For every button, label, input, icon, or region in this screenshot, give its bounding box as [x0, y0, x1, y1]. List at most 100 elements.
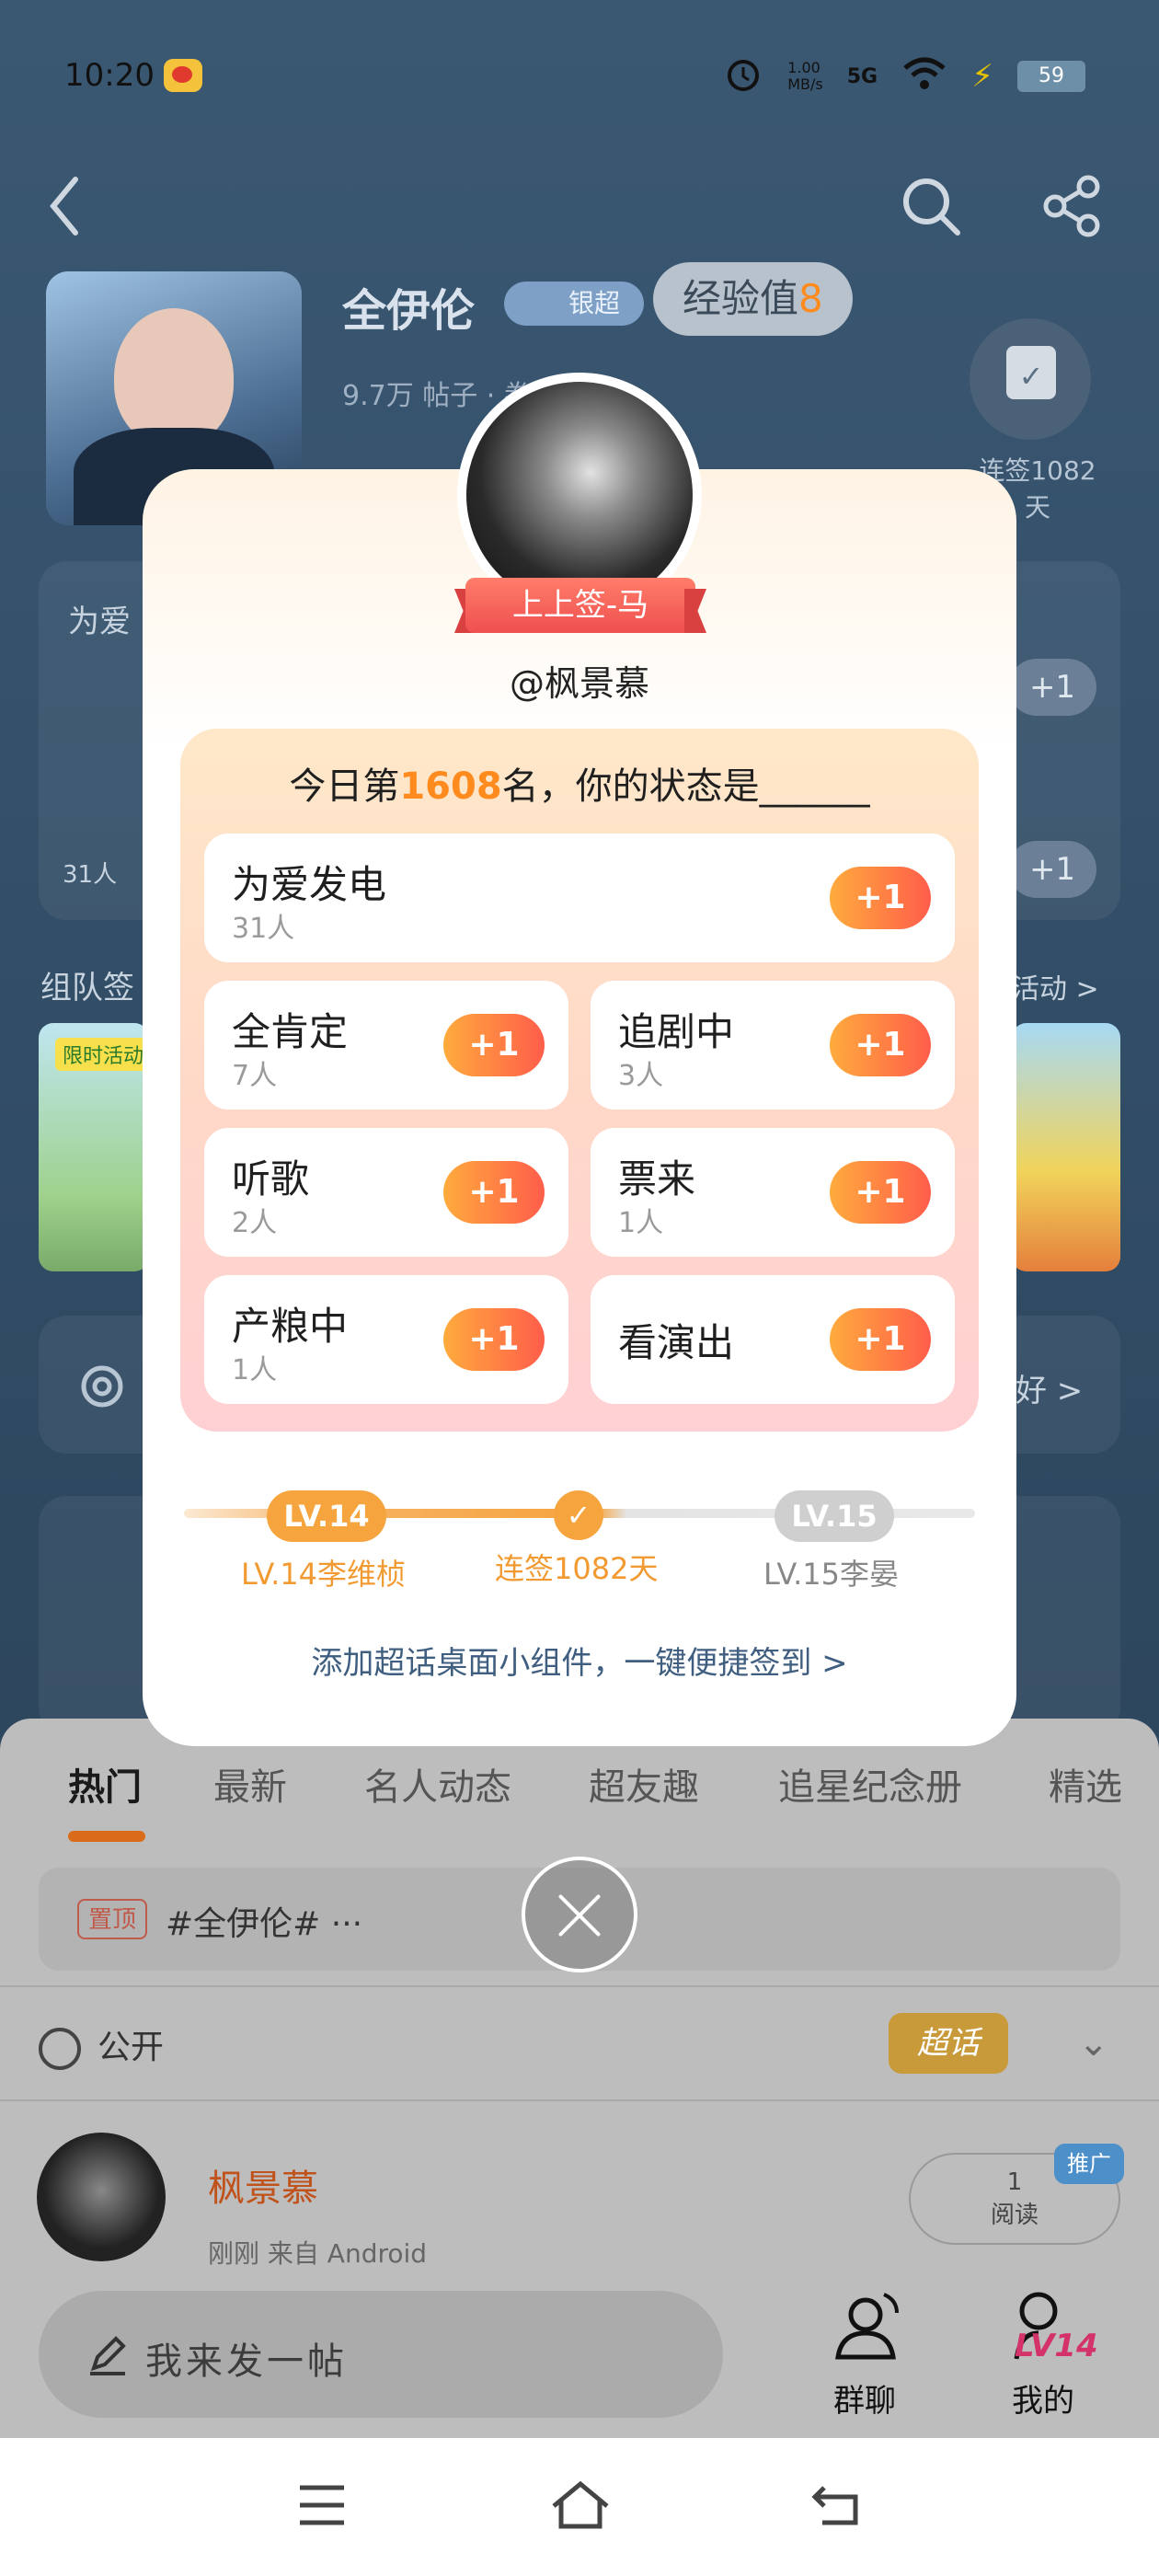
visibility-row[interactable]: 公开 — [39, 2020, 164, 2070]
status-option[interactable]: 为爱发电 31人 +1 — [204, 834, 955, 962]
nav-group-chat[interactable]: 群聊 — [809, 2285, 920, 2421]
plus-one-button[interactable]: +1 — [443, 1161, 545, 1224]
plus-one-button[interactable]: +1 — [830, 867, 931, 929]
tab-hot[interactable]: 热门 — [68, 1757, 142, 1811]
status-icons: 1.00 MB/s 5G ⚡ 59 — [723, 53, 1085, 99]
tab-latest[interactable]: 最新 — [213, 1757, 287, 1811]
love-section-title: 为爱 — [68, 604, 131, 640]
avatar-image — [466, 382, 693, 608]
weibo-notification-icon — [164, 59, 202, 92]
feed-tabs: 热门 最新 名人动态 超友趣 追星纪念册 精选 — [0, 1757, 1159, 1831]
supertalk-tag: 超话 — [889, 2013, 1008, 2074]
nav-mine[interactable]: LV14 我的 — [979, 2285, 1107, 2421]
fortune-ribbon-label: 上上签-马 — [465, 578, 695, 633]
plus-one-button[interactable]: +1 — [443, 1308, 545, 1371]
question-prefix: 今日第 — [289, 765, 400, 808]
post-meta: 刚刚 来自 Android — [208, 2238, 428, 2269]
status-option-title: 产粮中 — [232, 1304, 349, 1349]
status-bar: 10:20 1.00 MB/s 5G ⚡ 59 — [0, 0, 1159, 147]
add-widget-link[interactable]: 添加超话桌面小组件，一键便捷签到 > — [143, 1638, 1016, 1683]
top-navigation — [0, 166, 1159, 248]
tier-badge-label: 银超 — [568, 288, 621, 318]
team-checkin-title: 组队签 — [40, 970, 134, 1006]
profile-icon: LV14 — [983, 2285, 1103, 2368]
exp-label: 经验值 — [683, 276, 799, 321]
love-section-plus-1: +1 — [1008, 659, 1096, 716]
compose-input[interactable]: 我来发一帖 — [39, 2291, 723, 2418]
net-speed: 1.00 MB/s — [787, 59, 823, 93]
close-icon[interactable] — [522, 1857, 637, 1972]
nav-group-chat-label: 群聊 — [833, 2383, 896, 2420]
status-option[interactable]: 产粮中 1人 +1 — [204, 1275, 568, 1404]
plus-one-button[interactable]: +1 — [830, 1014, 931, 1076]
divider — [0, 2099, 1159, 2101]
plus-one-button[interactable]: +1 — [443, 1014, 545, 1076]
tab-featured[interactable]: 精选 — [1049, 1757, 1122, 1811]
menu-icon[interactable] — [296, 2482, 348, 2532]
status-option-title: 为爱发电 — [232, 862, 387, 907]
share-icon[interactable] — [1036, 169, 1109, 243]
calendar-check-icon[interactable] — [970, 318, 1091, 440]
plus-one-button[interactable]: +1 — [830, 1308, 931, 1371]
pencil-icon — [85, 2331, 131, 2377]
charging-icon: ⚡ — [971, 58, 993, 95]
globe-icon — [39, 2028, 81, 2070]
status-question: 今日第1608名，你的状态是______ — [180, 756, 979, 810]
current-level-title: LV.14李维桢 — [241, 1557, 406, 1592]
activity-thumbnail-right[interactable] — [1012, 1023, 1120, 1271]
wifi-icon — [901, 55, 947, 98]
pinned-text: #全伊伦# ··· — [166, 1905, 363, 1943]
post-author[interactable]: 枫景慕 — [208, 2158, 318, 2212]
chevron-down-icon[interactable]: ⌄ — [1078, 2022, 1109, 2064]
status-option[interactable]: 票来 1人 +1 — [591, 1128, 955, 1257]
status-option-count: 7人 — [232, 1060, 278, 1092]
nav-mine-level: LV14 — [1015, 2328, 1098, 2364]
system-nav-bar — [0, 2438, 1159, 2576]
status-option[interactable]: 全肯定 7人 +1 — [204, 981, 568, 1110]
avatar[interactable] — [37, 2133, 166, 2261]
status-option-title: 听歌 — [232, 1156, 310, 1202]
prefs-link[interactable]: 好 > — [1016, 1365, 1083, 1410]
limited-activity-tag: 限时活动 — [55, 1038, 152, 1071]
streak-check-icon: ✓ — [554, 1490, 603, 1540]
love-section-count: 31人 — [63, 861, 118, 889]
checkin-rank: 1608 — [399, 765, 502, 808]
back-nav-icon[interactable] — [809, 2482, 865, 2532]
home-icon[interactable] — [550, 2478, 611, 2534]
status-option[interactable]: 看演出 +1 — [591, 1275, 955, 1404]
alarm-icon — [723, 53, 763, 99]
streak-label: 连签1082天 — [495, 1551, 659, 1586]
back-icon[interactable] — [28, 169, 101, 243]
status-option-count: 31人 — [232, 913, 295, 945]
signal-label: 5G — [846, 64, 878, 88]
search-icon[interactable] — [894, 169, 968, 243]
status-option[interactable]: 听歌 2人 +1 — [204, 1128, 568, 1257]
tab-fan-fun[interactable]: 超友趣 — [589, 1757, 699, 1811]
love-section-plus-2: +1 — [1008, 841, 1096, 898]
activity-link[interactable]: 活动 > — [1012, 966, 1099, 1006]
visibility-label: 公开 — [98, 2029, 165, 2066]
exp-pill: 经验值8 — [653, 262, 853, 336]
status-option-count: 2人 — [232, 1207, 278, 1239]
status-option-title: 全肯定 — [232, 1009, 349, 1054]
status-option-count: 1人 — [232, 1354, 278, 1386]
gear-icon[interactable] — [74, 1358, 131, 1419]
group-chat-icon — [823, 2285, 906, 2368]
tab-celebrity[interactable]: 名人动态 — [364, 1757, 511, 1811]
status-panel: 今日第1608名，你的状态是______ 为爱发电 31人 +1 全肯定 7人 … — [180, 729, 979, 1432]
tab-memory-book[interactable]: 追星纪念册 — [778, 1757, 962, 1811]
status-option-count: 1人 — [618, 1207, 664, 1239]
next-level-title: LV.15李晏 — [763, 1557, 899, 1592]
status-option-count: 3人 — [618, 1060, 664, 1092]
compose-placeholder: 我来发一帖 — [145, 2340, 348, 2383]
community-name: 全伊伦 — [342, 285, 476, 337]
question-suffix: 名，你的状态是______ — [501, 765, 870, 808]
tier-badge: 银超 — [504, 282, 644, 326]
current-level-badge: LV.14 — [267, 1490, 386, 1542]
next-level-badge: LV.15 — [775, 1490, 894, 1542]
battery-indicator: 59 — [1017, 61, 1085, 92]
promo-tag: 推广 — [1054, 2144, 1124, 2184]
status-option[interactable]: 追剧中 3人 +1 — [591, 981, 955, 1110]
plus-one-button[interactable]: +1 — [830, 1161, 931, 1224]
modal-username: @枫景慕 — [509, 663, 649, 704]
